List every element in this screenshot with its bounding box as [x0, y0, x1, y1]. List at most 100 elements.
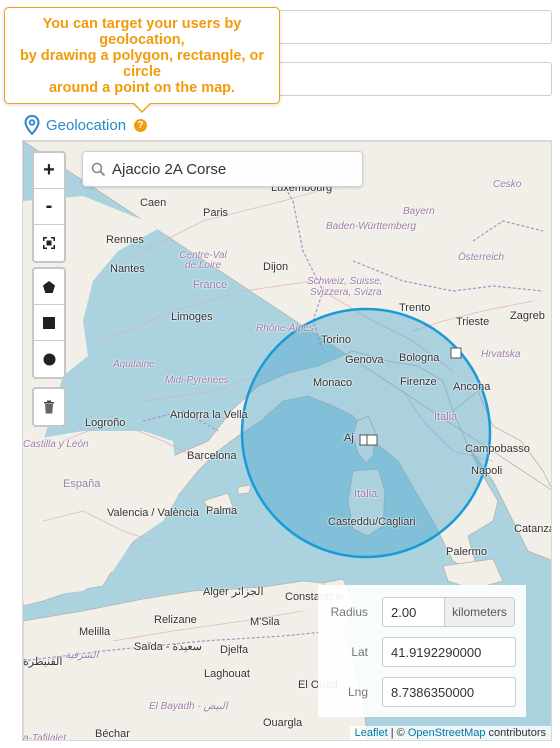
- place-label: Ouargla: [263, 717, 303, 729]
- fit-bounds-button[interactable]: [34, 225, 64, 261]
- pentagon-icon: [43, 280, 55, 293]
- place-label: Valencia / València: [107, 507, 199, 519]
- place-label: Djelfa: [220, 644, 249, 656]
- delete-shape-button[interactable]: [34, 389, 64, 425]
- zoom-controls: + -: [32, 151, 66, 263]
- map-pin-icon: [24, 115, 40, 135]
- map-search-value[interactable]: Ajaccio 2A Corse: [112, 161, 226, 178]
- attribution-separator: | ©: [387, 727, 408, 739]
- tooltip-line: circle: [123, 64, 161, 80]
- tooltip-line: around a point on the map.: [48, 80, 236, 96]
- search-icon: [91, 162, 106, 176]
- circle-parameters-panel: Radius 2.00 kilometers Lat 41.9192290000…: [318, 585, 526, 717]
- geolocation-label: Geolocation ?: [24, 114, 148, 136]
- lng-row: Lng 8.7386350000: [318, 677, 526, 707]
- radius-label: Radius: [330, 605, 368, 619]
- zoom-in-button[interactable]: +: [34, 153, 64, 189]
- tooltip-line: geolocation,: [99, 32, 185, 48]
- place-label: Rennes: [106, 234, 144, 246]
- zoom-out-button[interactable]: -: [34, 189, 64, 225]
- map-search-box[interactable]: Ajaccio 2A Corse: [82, 151, 363, 187]
- country-label: Italia: [434, 411, 458, 423]
- attribution-suffix: contributors: [485, 727, 546, 739]
- place-label: Monaco: [313, 377, 353, 389]
- place-label: Saïda - سعيدة: [134, 641, 202, 653]
- place-label: Casteddu/Cagliari: [328, 516, 416, 528]
- circle-resize-handle: [450, 347, 462, 359]
- place-label: Trieste: [456, 316, 490, 328]
- place-label: Logroño: [85, 417, 126, 429]
- place-label: Alger الجزائر: [203, 586, 264, 598]
- leaflet-link[interactable]: Leaflet: [355, 727, 388, 739]
- lat-input[interactable]: 41.9192290000: [382, 637, 516, 667]
- draw-rectangle-button[interactable]: [34, 305, 64, 341]
- place-label: Torino: [321, 334, 351, 346]
- lng-label: Lng: [347, 685, 368, 699]
- draw-polygon-button[interactable]: [34, 269, 64, 305]
- place-label: القنيطرة: [23, 656, 63, 668]
- region-label: Cesko: [493, 179, 522, 190]
- land-north-africa: [23, 580, 369, 740]
- region-label: Hrvatska: [481, 349, 521, 360]
- place-label: Palermo: [446, 546, 487, 558]
- radius-row: Radius 2.00 kilometers: [318, 597, 526, 627]
- map-attribution: Leaflet | © OpenStreetMap contributors: [349, 726, 551, 740]
- region-label: Baden-Württemberg: [326, 221, 417, 232]
- place-label: Dijon: [263, 261, 289, 273]
- tooltip-line: by drawing a polygon, rectangle, or: [19, 48, 265, 64]
- tooltip-line: You can target your users by: [42, 16, 242, 32]
- trash-icon: [44, 400, 54, 414]
- lat-row: Lat 41.9192290000: [318, 637, 526, 667]
- place-label: Palma: [206, 505, 238, 517]
- place-label: Béchar: [95, 728, 130, 740]
- place-label: Genova: [345, 354, 384, 366]
- region-label: Schweiz, Suisse,: [307, 276, 383, 287]
- geolocation-tooltip: You can target your users by geolocation…: [4, 7, 280, 104]
- place-label: Zagreb: [510, 310, 545, 322]
- radius-input[interactable]: 2.00: [382, 597, 446, 627]
- place-label: Caen: [140, 197, 167, 209]
- region-label: El Bayadh - البيض: [149, 701, 228, 712]
- place-label: Limoges: [171, 311, 213, 323]
- geolocation-label-text: Geolocation: [46, 116, 127, 134]
- region-label: Castilla y León: [23, 439, 89, 450]
- tooltip-arrow: [133, 103, 151, 113]
- country-label: Italia: [354, 488, 378, 500]
- place-label: Nantes: [110, 263, 145, 275]
- place-label: M'Sila: [250, 616, 280, 628]
- region-label: Aquitaine: [113, 359, 155, 370]
- lng-input[interactable]: 8.7386350000: [382, 677, 516, 707]
- region-label: Rhône-Alpes: [256, 323, 314, 334]
- region-label: Bayern: [403, 206, 435, 217]
- place-label: Laghouat: [204, 668, 250, 680]
- radius-unit: kilometers: [444, 597, 515, 627]
- place-label: Relizane: [154, 614, 197, 626]
- help-icon[interactable]: ?: [134, 118, 148, 132]
- lat-label: Lat: [351, 645, 368, 659]
- osm-link[interactable]: OpenStreetMap: [408, 727, 486, 739]
- region-label: الشرقية: [65, 650, 99, 661]
- region-label: Centre-Val de Loire: [179, 250, 227, 271]
- map[interactable]: Caen Paris Rennes Nantes Centre-Val de L…: [22, 140, 552, 741]
- place-label: Catanzaro: [514, 523, 551, 535]
- land-menorca: [237, 484, 252, 495]
- place-label: Paris: [203, 207, 229, 219]
- place-label: Melilla: [79, 626, 111, 638]
- place-label: Napoli: [471, 465, 503, 477]
- place-label: Firenze: [400, 376, 437, 388]
- circle-center-handle-2: [366, 434, 378, 446]
- region-label: Österreich: [458, 252, 505, 263]
- country-label: France: [193, 279, 228, 291]
- draw-circle-button[interactable]: [34, 341, 64, 377]
- place-label: Campobasso: [465, 443, 530, 455]
- place-label: Aj: [344, 432, 354, 444]
- draw-controls: [32, 267, 66, 379]
- region-label: a-Tafilalet: [23, 733, 66, 741]
- square-icon: [43, 316, 55, 329]
- place-label: Andorra la Vella: [170, 409, 248, 421]
- place-label: Barcelona: [187, 450, 237, 462]
- circle-icon: [43, 353, 55, 365]
- country-label: España: [63, 478, 101, 490]
- region-label: Midi-Pyrénées: [165, 375, 229, 386]
- region-label: Svizzera, Svizra: [310, 287, 382, 298]
